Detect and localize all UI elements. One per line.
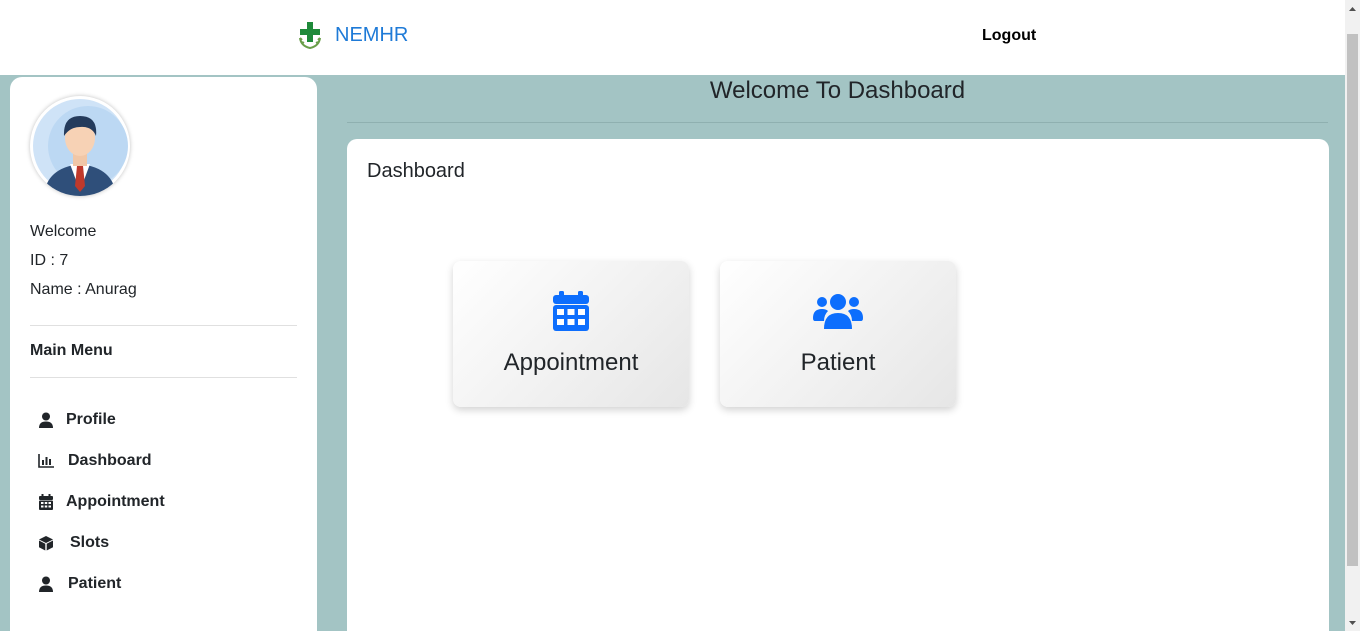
user-icon	[38, 412, 54, 428]
user-avatar-icon	[33, 99, 128, 196]
sidebar-item-appointment[interactable]: Appointment	[38, 481, 165, 522]
main-menu-title: Main Menu	[30, 342, 113, 359]
calendar-icon	[453, 291, 689, 331]
tile-label: Patient	[800, 349, 876, 376]
sidebar-item-slots[interactable]: Slots	[38, 522, 165, 563]
cube-icon	[38, 535, 54, 551]
tile-label: Appointment	[503, 349, 639, 376]
scroll-down-arrow-icon[interactable]	[1345, 614, 1360, 631]
page-title: Welcome To Dashboard	[709, 77, 966, 104]
top-navbar: NEMHR Logout	[0, 0, 1345, 75]
scroll-up-arrow-icon[interactable]	[1345, 0, 1360, 17]
user-name-text: Name : Anurag	[30, 281, 137, 298]
welcome-text: Welcome	[30, 223, 97, 240]
sidebar-item-label: Appointment	[66, 492, 165, 510]
chart-bar-icon	[38, 453, 54, 469]
sidebar-item-label: Dashboard	[68, 451, 152, 469]
divider	[347, 122, 1328, 123]
sidebar-item-label: Slots	[70, 533, 110, 551]
user-icon	[38, 576, 54, 592]
users-icon	[720, 293, 956, 329]
main-menu: Profile Dashboard Appointment Slots Pati…	[38, 399, 165, 604]
sidebar-item-patient[interactable]: Patient	[38, 563, 165, 604]
card-title: Dashboard	[367, 160, 465, 182]
user-info: Welcome ID : 7 Name : Anurag	[30, 217, 137, 304]
sidebar-item-dashboard[interactable]: Dashboard	[38, 440, 165, 481]
patient-tile[interactable]: Patient	[720, 261, 956, 407]
sidebar-item-label: Profile	[66, 410, 116, 428]
medical-cross-logo-icon	[299, 22, 321, 50]
sidebar-item-profile[interactable]: Profile	[38, 399, 165, 440]
brand-link[interactable]: NEMHR	[295, 20, 408, 50]
logout-link[interactable]: Logout	[982, 27, 1036, 45]
appointment-tile[interactable]: Appointment	[453, 261, 689, 407]
divider	[30, 377, 297, 378]
sidebar-item-label: Patient	[68, 574, 122, 592]
calendar-icon	[38, 493, 54, 510]
user-id-text: ID : 7	[30, 252, 69, 269]
scrollbar-thumb[interactable]	[1347, 34, 1358, 566]
vertical-scrollbar[interactable]	[1345, 0, 1360, 631]
avatar	[30, 96, 130, 196]
brand-name: NEMHR	[335, 23, 409, 46]
dashboard-card: Dashboard Appointment Patient	[347, 139, 1329, 631]
sidebar: Welcome ID : 7 Name : Anurag Main Menu P…	[10, 77, 317, 631]
divider	[30, 325, 297, 326]
